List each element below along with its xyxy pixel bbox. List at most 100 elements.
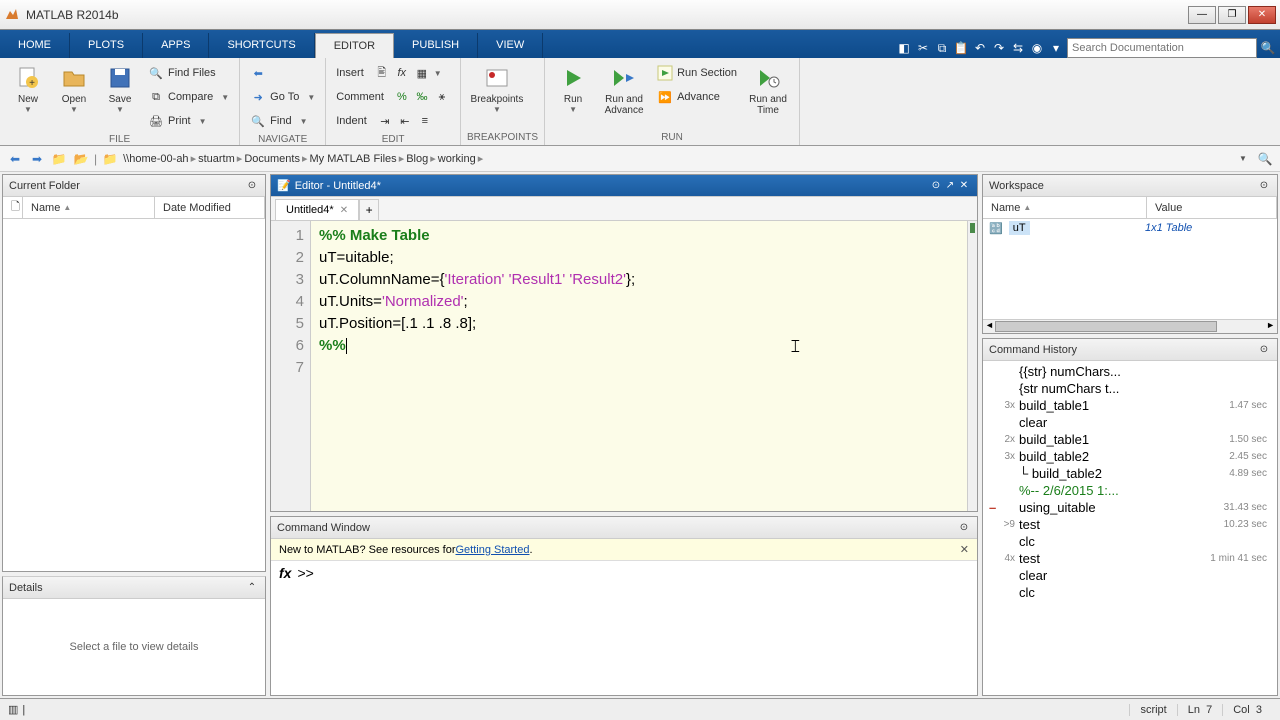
history-item[interactable]: 3xbuild_table11.47 sec	[983, 397, 1277, 414]
history-item[interactable]: {{str} numChars...	[983, 363, 1277, 380]
tab-plots[interactable]: PLOTS	[70, 33, 143, 58]
copy-icon[interactable]: ⧉	[934, 40, 950, 56]
run-time-button[interactable]: Run and Time	[743, 62, 793, 116]
command-prompt[interactable]: fx>>	[271, 561, 977, 695]
history-item[interactable]: clc	[983, 584, 1277, 601]
breadcrumb-segment[interactable]: working	[438, 153, 476, 165]
chevron-up-icon[interactable]: ⌃	[245, 581, 259, 595]
nav-back-icon[interactable]: ⬅	[6, 150, 24, 168]
breadcrumb-segment[interactable]: Documents	[244, 153, 300, 165]
breadcrumb-segment[interactable]: Blog	[406, 153, 428, 165]
history-item[interactable]: clc	[983, 533, 1277, 550]
new-tab-button[interactable]: +	[359, 199, 379, 220]
editor-header[interactable]: 📝Editor - Untitled4* ⊙ ↗ ✕	[271, 175, 977, 197]
nav-parent-icon[interactable]: 📂	[72, 150, 90, 168]
indent-button[interactable]: Indent⇥⇤≡	[332, 110, 454, 132]
history-item[interactable]: clear	[983, 414, 1277, 431]
tab-publish[interactable]: PUBLISH	[394, 33, 478, 58]
tab-close-icon[interactable]: ✕	[340, 205, 348, 216]
insert-button[interactable]: Insert🖹fx▦▼	[332, 62, 454, 84]
workspace-columns[interactable]: Name ▲ Value	[983, 197, 1277, 219]
history-item[interactable]: {str numChars t...	[983, 380, 1277, 397]
history-item[interactable]: 3xbuild_table22.45 sec	[983, 448, 1277, 465]
maximize-icon[interactable]: ↗	[943, 179, 957, 193]
tab-editor[interactable]: EDITOR	[315, 33, 394, 58]
editor-tab[interactable]: Untitled4*✕	[275, 199, 359, 220]
breadcrumb-segment[interactable]: \\home-00-ah	[123, 153, 188, 165]
nav-forward-icon[interactable]: ➡	[28, 150, 46, 168]
tab-shortcuts[interactable]: SHORTCUTS	[209, 33, 314, 58]
switch-icon[interactable]: ⇆	[1010, 40, 1026, 56]
command-history-header[interactable]: Command History⊙	[983, 339, 1277, 361]
current-folder-columns[interactable]: 🗋 Name ▲ Date Modified	[3, 197, 265, 219]
redo-icon[interactable]: ↷	[991, 40, 1007, 56]
folder-icon[interactable]: 📁	[101, 150, 119, 168]
fx-icon[interactable]: fx	[279, 565, 291, 581]
restore-button[interactable]: ❐	[1218, 6, 1246, 24]
find-files-button[interactable]: 🔍Find Files	[144, 62, 233, 84]
save-button[interactable]: Save▼	[98, 62, 142, 114]
cut-icon[interactable]: ✂	[915, 40, 931, 56]
history-item[interactable]: %-- 2/6/2015 1:...	[983, 482, 1277, 499]
tab-apps[interactable]: APPS	[143, 33, 209, 58]
history-item[interactable]: 4xtest1 min 41 sec	[983, 550, 1277, 567]
advance-button[interactable]: ⏩Advance	[653, 86, 741, 108]
current-folder-list[interactable]	[3, 219, 265, 571]
current-folder-header[interactable]: Current Folder⊙	[3, 175, 265, 197]
search-input[interactable]	[1067, 38, 1257, 58]
dropdown-icon[interactable]: ▾	[1048, 40, 1064, 56]
print-button[interactable]: 🖨Print▼	[144, 110, 233, 132]
undo-icon[interactable]: ↶	[972, 40, 988, 56]
workspace-row[interactable]: 🔡 uT 1x1 Table	[983, 219, 1277, 237]
shortcut-icon[interactable]: ◧	[896, 40, 912, 56]
breadcrumb-segment[interactable]: My MATLAB Files	[309, 153, 396, 165]
breadcrumb-search-icon[interactable]: 🔍	[1256, 150, 1274, 168]
nav-back-button[interactable]: ⬅	[246, 62, 319, 84]
scrollbar[interactable]	[967, 221, 977, 511]
paste-icon[interactable]: 📋	[953, 40, 969, 56]
code-editor[interactable]: 1234567 𝙸%% Make TableuT=uitable;uT.Colu…	[271, 221, 977, 511]
panel-menu-icon[interactable]: ⊙	[929, 179, 943, 193]
comment-button[interactable]: Comment%‰⚹	[332, 86, 454, 108]
getting-started-link[interactable]: Getting Started	[455, 544, 529, 556]
breakpoints-button[interactable]: Breakpoints▼	[467, 62, 527, 114]
group-label-file: FILE	[6, 132, 233, 147]
history-item[interactable]: –using_uitable31.43 sec	[983, 499, 1277, 516]
find-button[interactable]: 🔍Find▼	[246, 110, 319, 132]
panel-menu-icon[interactable]: ⊙	[957, 521, 971, 535]
tip-close-icon[interactable]: ✕	[960, 543, 969, 556]
workspace-header[interactable]: Workspace⊙	[983, 175, 1277, 197]
open-button[interactable]: Open▼	[52, 62, 96, 114]
breadcrumb[interactable]: \\home-00-ah ▸ stuartm ▸ Documents ▸ My …	[123, 152, 483, 165]
command-history-list[interactable]: {{str} numChars...{str numChars t...3xbu…	[983, 361, 1277, 695]
run-button[interactable]: Run▼	[551, 62, 595, 114]
history-item[interactable]: 2xbuild_table11.50 sec	[983, 431, 1277, 448]
goto-button[interactable]: ➜Go To▼	[246, 86, 319, 108]
search-icon[interactable]: 🔍	[1260, 40, 1276, 56]
compare-button[interactable]: ⧉Compare▼	[144, 86, 233, 108]
details-header[interactable]: Details⌃	[3, 577, 265, 599]
column-indicator: Col 3	[1222, 704, 1272, 716]
breadcrumb-dropdown-icon[interactable]: ▼	[1234, 150, 1252, 168]
history-item[interactable]: └ build_table24.89 sec	[983, 465, 1277, 482]
history-item[interactable]: >9test10.23 sec	[983, 516, 1277, 533]
tab-home[interactable]: HOME	[0, 33, 70, 58]
horizontal-scrollbar[interactable]: ◄►	[983, 319, 1277, 333]
panel-menu-icon[interactable]: ⊙	[1257, 343, 1271, 357]
minimize-button[interactable]: —	[1188, 6, 1216, 24]
panel-menu-icon[interactable]: ⊙	[1257, 179, 1271, 193]
run-section-button[interactable]: Run Section	[653, 62, 741, 84]
breadcrumb-segment[interactable]: stuartm	[198, 153, 235, 165]
tab-view[interactable]: VIEW	[478, 33, 543, 58]
workspace-list[interactable]: 🔡 uT 1x1 Table	[983, 219, 1277, 319]
panel-menu-icon[interactable]: ⊙	[245, 179, 259, 193]
close-button[interactable]: ✕	[1248, 6, 1276, 24]
run-advance-button[interactable]: Run and Advance	[597, 62, 651, 116]
variable-icon: 🔡	[989, 222, 1003, 235]
close-icon[interactable]: ✕	[957, 179, 971, 193]
help-icon[interactable]: ◉	[1029, 40, 1045, 56]
history-item[interactable]: clear	[983, 567, 1277, 584]
new-button[interactable]: +New▼	[6, 62, 50, 114]
command-window-header[interactable]: Command Window⊙	[271, 517, 977, 539]
nav-up-icon[interactable]: 📁	[50, 150, 68, 168]
